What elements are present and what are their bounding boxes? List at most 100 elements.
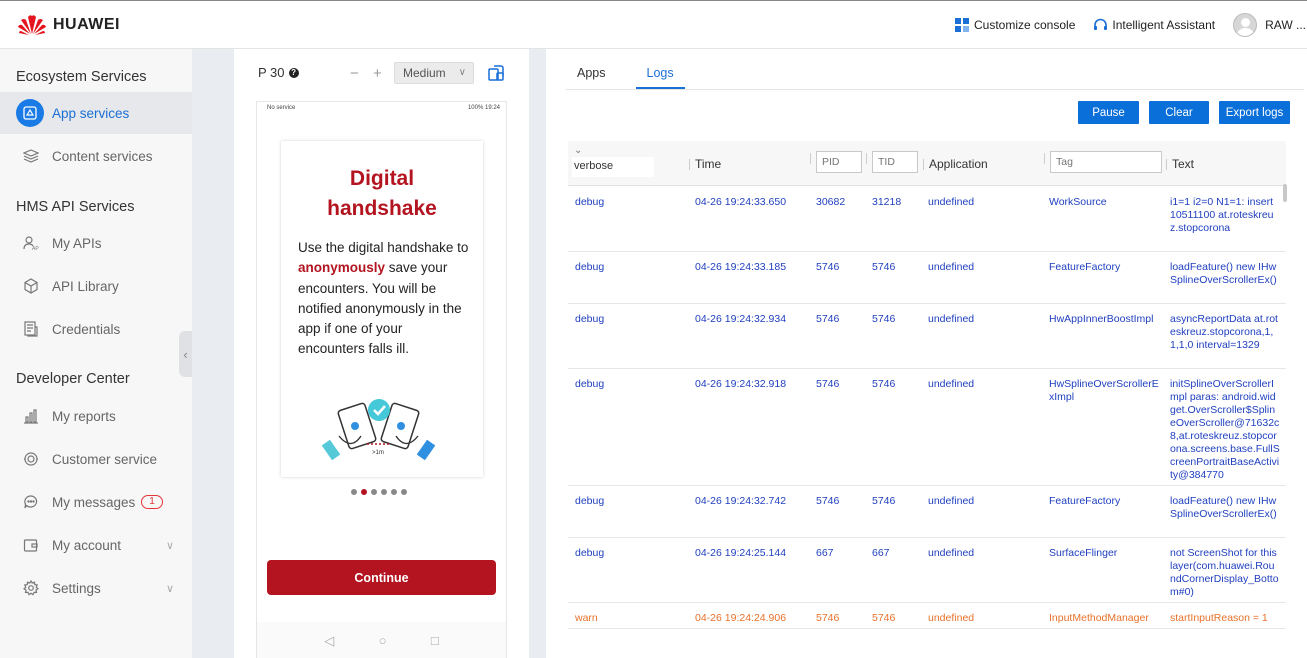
sidebar-collapse-button[interactable]: ‹ <box>179 331 192 377</box>
recent-nav-icon[interactable]: □ <box>431 633 439 648</box>
sidebar-item-my-reports[interactable]: My reports <box>0 396 192 436</box>
bar-chart-icon <box>22 407 40 425</box>
table-row[interactable]: debug 04-26 19:24:32.918 5746 5746 undefined… <box>568 369 1286 486</box>
log-tid-cell: 5746 <box>872 313 896 325</box>
sidebar-item-label: My account <box>52 537 122 553</box>
unread-badge: 1 <box>141 495 163 509</box>
tab-apps[interactable]: Apps <box>566 58 617 89</box>
handshake-illustration-icon: >1m <box>321 399 436 461</box>
gear-icon <box>22 579 40 597</box>
sidebar-item-my-apis[interactable]: API My APIs <box>0 223 192 263</box>
card-body-highlight: anonymously <box>298 260 386 276</box>
log-pid-cell: 30682 <box>816 196 846 208</box>
rotate-icon[interactable] <box>487 64 505 82</box>
zoom-in-button[interactable]: + <box>373 65 382 82</box>
log-text-cell: not ScreenShot for this layer(com.huawei… <box>1170 547 1279 598</box>
user-menu[interactable]: RAW ... <box>1233 13 1306 37</box>
chevron-down-icon[interactable]: ∨ <box>166 582 174 595</box>
page-dot[interactable] <box>391 489 397 495</box>
chat-icon <box>22 493 40 511</box>
log-tag-cell: SurfaceFlinger <box>1049 547 1118 559</box>
pause-button[interactable]: Pause <box>1078 101 1139 124</box>
log-tag-cell: FeatureFactory <box>1049 495 1121 507</box>
scrollbar-thumb[interactable] <box>1283 184 1287 202</box>
section-title-ecosystem: Ecosystem Services <box>16 69 147 85</box>
table-row[interactable]: debug 04-26 19:24:32.742 5746 5746 undefined… <box>568 486 1286 538</box>
tag-filter-input[interactable] <box>1050 151 1162 173</box>
api-user-icon: API <box>22 234 40 252</box>
card-title-line1: Digital <box>349 167 415 190</box>
sidebar-item-api-library[interactable]: API Library <box>0 266 192 306</box>
log-application-cell: undefined <box>928 612 975 624</box>
chevron-left-icon: ‹ <box>183 346 188 362</box>
status-right: 100% 19:24 <box>467 105 500 111</box>
export-logs-button[interactable]: Export logs <box>1219 101 1290 124</box>
log-level-cell: debug <box>575 313 605 325</box>
tab-logs[interactable]: Logs <box>635 58 685 89</box>
sidebar-item-customer-service[interactable]: Customer service <box>0 439 192 479</box>
table-row[interactable]: debug 04-26 19:24:25.144 667 667 undefined Su… <box>568 538 1286 603</box>
log-application-cell: undefined <box>928 495 975 507</box>
tid-filter-input[interactable] <box>872 151 918 173</box>
log-text-cell: loadFeature() new IHwSplineOverScrollerE… <box>1170 495 1277 520</box>
page-dot[interactable] <box>351 489 357 495</box>
log-text-cell: i1=1 i2=0 N1=1: insert 10511100 at.rotes… <box>1170 196 1274 234</box>
size-select[interactable]: Medium ∨ <box>394 62 474 84</box>
device-model: P 30 ? <box>258 65 299 80</box>
column-header-time: Time <box>688 157 722 171</box>
log-tid-cell: 5746 <box>872 261 896 273</box>
table-row[interactable]: warn 04-26 19:24:24.906 5746 5746 undefined I… <box>568 603 1286 629</box>
clear-button[interactable]: Clear <box>1149 101 1209 124</box>
sidebar-item-settings[interactable]: Settings ∨ <box>0 568 192 608</box>
customize-console-link[interactable]: Customize console <box>954 18 1075 32</box>
sidebar-item-label: App services <box>52 105 130 121</box>
column-header-text: Text <box>1165 157 1195 171</box>
chevron-down-icon: ⌄ <box>574 145 583 156</box>
log-level-cell: warn <box>575 612 598 624</box>
sidebar-item-credentials[interactable]: Credentials <box>0 309 192 349</box>
log-time-cell: 04-26 19:24:24.906 <box>695 612 787 624</box>
sidebar-item-my-messages[interactable]: My messages 1 <box>0 482 192 522</box>
card-body-text: Use the digital handshake to <box>298 240 469 255</box>
svg-text:API: API <box>32 246 39 251</box>
log-tid-cell: 5746 <box>872 495 896 507</box>
huawei-logo[interactable]: HUAWEI <box>17 14 120 36</box>
column-header-application: Application <box>923 157 988 171</box>
sidebar-item-content-services[interactable]: Content services <box>0 136 192 176</box>
table-row[interactable]: debug 04-26 19:24:32.934 5746 5746 undefined… <box>568 304 1286 369</box>
log-application-cell: undefined <box>928 378 975 390</box>
log-tid-cell: 5746 <box>872 378 896 390</box>
grid-icon <box>954 18 969 32</box>
table-row[interactable]: debug 04-26 19:24:33.650 30682 31218 undefin… <box>568 187 1286 252</box>
help-icon[interactable]: ? <box>288 67 299 78</box>
device-model-label: P 30 <box>258 65 285 80</box>
zoom-out-button[interactable]: − <box>350 65 359 82</box>
page-dot[interactable] <box>371 489 377 495</box>
table-header: ⌄ verbose Time Application Text <box>568 141 1286 186</box>
back-nav-icon[interactable]: ◁ <box>324 633 334 649</box>
chevron-down-icon[interactable]: ∨ <box>166 539 174 552</box>
log-time-cell: 04-26 19:24:32.934 <box>695 313 787 325</box>
home-nav-icon[interactable]: ○ <box>379 633 387 648</box>
sidebar-item-my-account[interactable]: My account ∨ <box>0 525 192 565</box>
intelligent-assistant-link[interactable]: Intelligent Assistant <box>1093 18 1215 32</box>
log-pid-cell: 5746 <box>816 495 840 507</box>
sidebar-item-label: API Library <box>52 278 119 294</box>
log-tid-cell: 667 <box>872 547 890 559</box>
page-dot[interactable] <box>381 489 387 495</box>
pid-filter-input[interactable] <box>816 151 862 173</box>
sidebar-item-app-services[interactable]: App services <box>0 92 192 134</box>
level-filter-select[interactable]: ⌄ verbose <box>572 145 654 177</box>
layers-icon <box>22 147 40 165</box>
section-title-developer: Developer Center <box>16 371 130 387</box>
continue-button[interactable]: Continue <box>267 560 496 595</box>
sidebar-item-label: Credentials <box>52 321 121 337</box>
intelligent-assistant-label: Intelligent Assistant <box>1112 18 1216 32</box>
log-pid-cell: 5746 <box>816 612 840 624</box>
log-pid-cell: 5746 <box>816 378 840 390</box>
log-time-cell: 04-26 19:24:25.144 <box>695 547 787 559</box>
page-dot[interactable] <box>401 489 407 495</box>
log-level-cell: debug <box>575 378 605 390</box>
table-row[interactable]: debug 04-26 19:24:33.185 5746 5746 undefined… <box>568 252 1286 304</box>
page-dot-active[interactable] <box>361 489 367 495</box>
